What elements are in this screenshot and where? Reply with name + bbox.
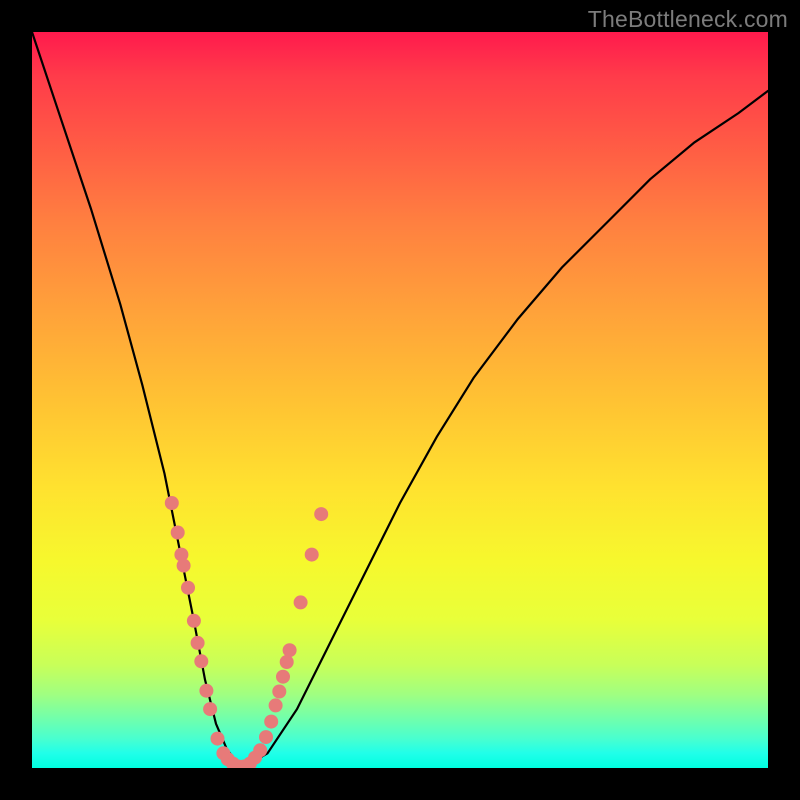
data-point bbox=[294, 595, 308, 609]
data-point bbox=[177, 559, 191, 573]
data-point bbox=[253, 743, 267, 757]
data-point bbox=[283, 643, 297, 657]
data-point bbox=[280, 655, 294, 669]
data-point bbox=[187, 614, 201, 628]
data-point bbox=[181, 581, 195, 595]
data-point bbox=[305, 548, 319, 562]
marker-group bbox=[165, 496, 328, 768]
data-point bbox=[264, 715, 278, 729]
data-point bbox=[259, 730, 273, 744]
chart-frame: TheBottleneck.com bbox=[0, 0, 800, 800]
data-point bbox=[269, 698, 283, 712]
data-point bbox=[203, 702, 217, 716]
chart-overlay bbox=[32, 32, 768, 768]
data-point bbox=[276, 670, 290, 684]
data-point bbox=[314, 507, 328, 521]
data-point bbox=[194, 654, 208, 668]
watermark-text: TheBottleneck.com bbox=[588, 6, 788, 33]
bottleneck-curve bbox=[32, 32, 768, 768]
data-point bbox=[199, 684, 213, 698]
data-point bbox=[171, 526, 185, 540]
plot-area bbox=[32, 32, 768, 768]
data-point bbox=[272, 685, 286, 699]
data-point bbox=[211, 732, 225, 746]
data-point bbox=[191, 636, 205, 650]
data-point bbox=[165, 496, 179, 510]
